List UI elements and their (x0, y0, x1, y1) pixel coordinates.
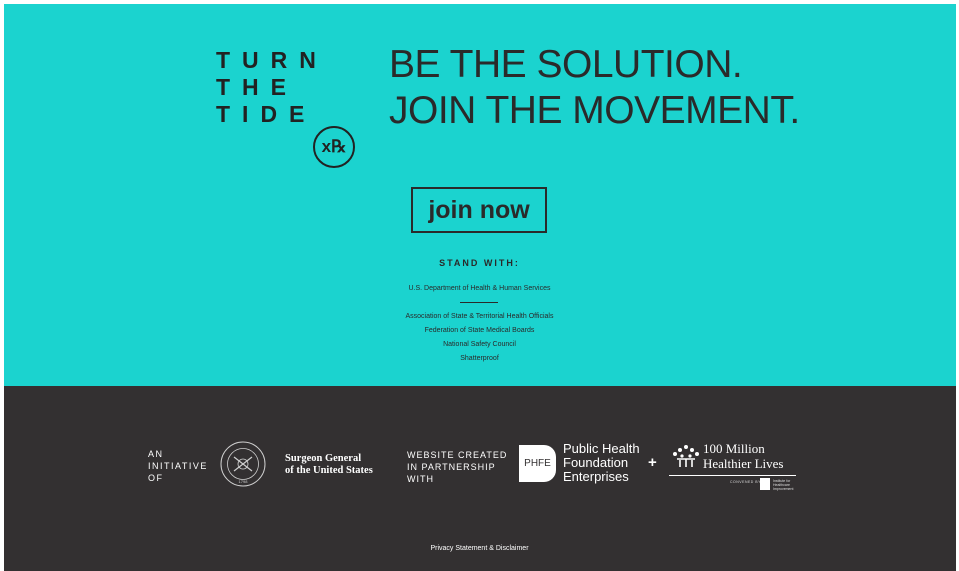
phfe-line-2: Foundation (563, 455, 629, 470)
surgeon-general-seal-icon[interactable]: 1798 (220, 441, 266, 487)
wc-line-3: WITH (407, 474, 434, 484)
turn-the-tide-logo[interactable]: TURN THE TIDE x℞ (216, 44, 366, 172)
privacy-statement-link[interactable]: Privacy Statement (430, 545, 487, 552)
partner-astho[interactable]: Association of State & Territorial Healt… (0, 313, 959, 320)
sg-line-1: Surgeon General (285, 453, 362, 464)
partner-nsc[interactable]: National Safety Council (0, 341, 959, 348)
footer-links: Privacy Statement & Disclaimer (0, 545, 959, 552)
ihi-line-3: Improvement (773, 487, 794, 491)
phfe-line-1: Public Health (563, 441, 640, 456)
rx-badge-icon: x℞ (313, 126, 355, 168)
headline-line-1: BE THE SOLUTION. (389, 43, 743, 86)
headline-line-2: JOIN THE MOVEMENT. (389, 89, 800, 132)
hm-line-1: 100 Million (703, 441, 765, 456)
sg-line-2: of the United States (285, 465, 373, 476)
initiative-line-3: OF (148, 473, 164, 483)
logo-line-3: TIDE (216, 101, 317, 127)
seal-year: 1798 (239, 479, 249, 484)
partner-fsmb[interactable]: Federation of State Medical Boards (0, 327, 959, 334)
healthier-lives-name[interactable]: 100 Million Healthier Lives (703, 441, 784, 471)
ihi-logo-icon (760, 478, 770, 490)
links-ampersand: & (489, 545, 494, 552)
convened-by-label: CONVENED BY (730, 480, 761, 484)
partner-shatterproof[interactable]: Shatterproof (0, 355, 959, 362)
join-now-button[interactable]: join now (411, 187, 547, 233)
initiative-label: AN INITIATIVE OF (148, 448, 208, 484)
people-tree-icon[interactable] (671, 443, 701, 469)
phfe-logo-icon[interactable]: PHFE (519, 445, 556, 482)
logo-line-1: TURN (216, 47, 328, 73)
phfe-name[interactable]: Public Health Foundation Enterprises (563, 442, 640, 484)
logo-line-2: THE (216, 74, 298, 100)
stand-with-heading: STAND WITH: (439, 258, 520, 268)
website-created-label: WEBSITE CREATED IN PARTNERSHIP WITH (407, 449, 507, 485)
initiative-line-1: AN (148, 449, 164, 459)
disclaimer-link[interactable]: Disclaimer (496, 545, 529, 552)
hm-line-2: Healthier Lives (703, 456, 784, 471)
partner-hhs[interactable]: U.S. Department of Health & Human Servic… (0, 285, 959, 292)
surgeon-general-name[interactable]: Surgeon General of the United States (285, 453, 373, 477)
headline: BE THE SOLUTION. JOIN THE MOVEMENT. (389, 42, 800, 134)
wc-line-1: WEBSITE CREATED (407, 450, 508, 460)
ihi-name: Institute for Healthcare Improvement (773, 479, 793, 491)
plus-sign: + (648, 454, 657, 471)
hm-divider (669, 475, 796, 476)
partner-divider (460, 302, 498, 303)
phfe-line-3: Enterprises (563, 469, 629, 484)
initiative-line-2: INITIATIVE (148, 461, 208, 471)
wc-line-2: IN PARTNERSHIP (407, 462, 496, 472)
